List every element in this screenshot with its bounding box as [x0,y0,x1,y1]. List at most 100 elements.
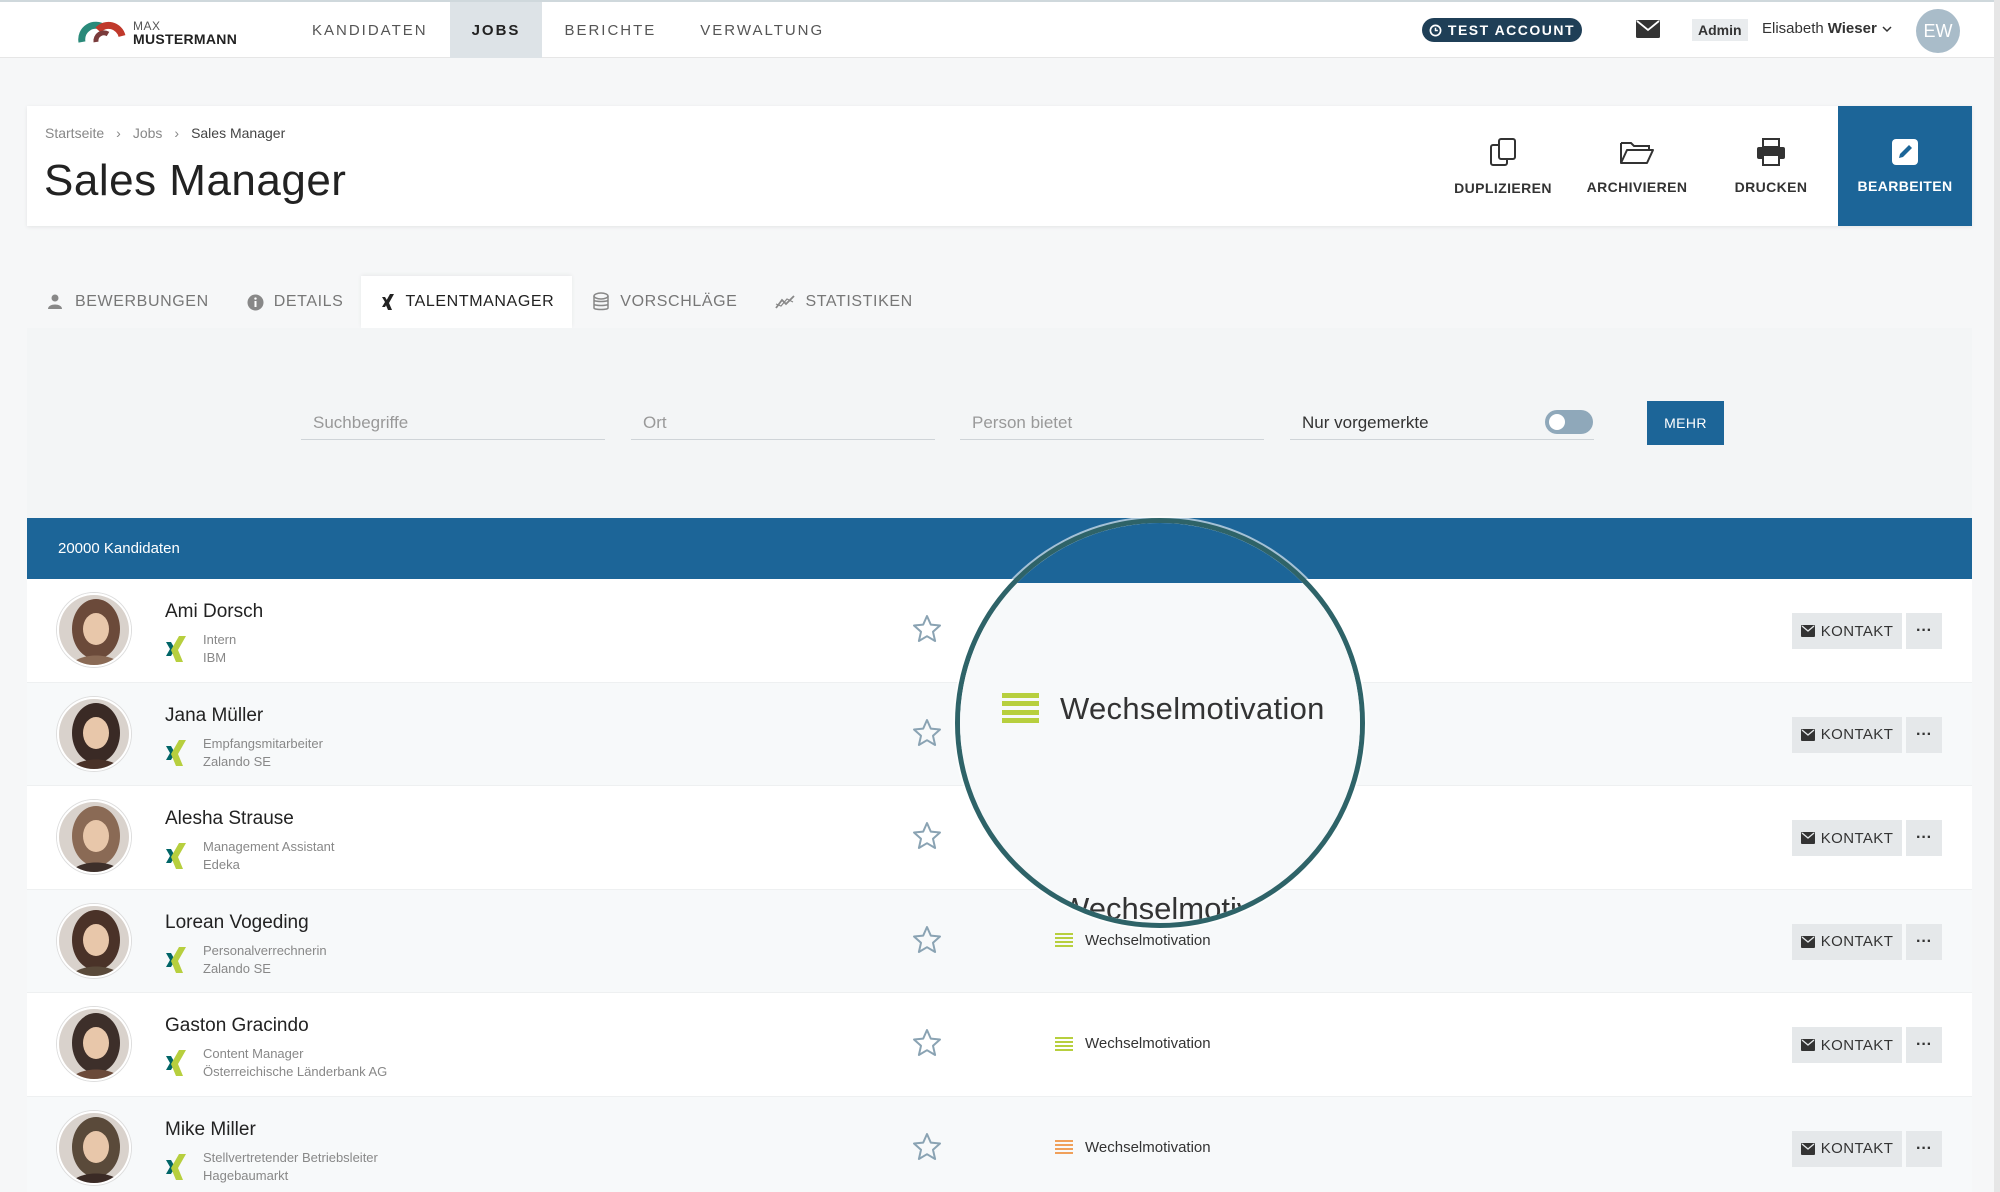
candidate-row[interactable]: Gaston Gracindo Content Manager Österrei… [27,993,1972,1097]
row-more-button[interactable]: ··· [1906,923,1942,960]
tab-bewerbungen[interactable]: BEWERBUNGEN [27,276,227,328]
row-more-button[interactable]: ··· [1906,1130,1942,1167]
nav-item-jobs[interactable]: JOBS [449,2,543,58]
candidate-name[interactable]: Lorean Vogeding [165,912,309,934]
breadcrumb-jobs[interactable]: Jobs [133,125,163,141]
print-label: DRUCKEN [1734,179,1808,195]
edit-button[interactable]: BEARBEITEN [1838,106,1972,226]
candidate-photo[interactable] [57,696,131,771]
page-title: Sales Manager [44,156,347,205]
candidate-row[interactable]: Mike Miller Stellvertretender Betriebsle… [27,1096,1972,1192]
clock-icon [1429,24,1442,36]
xing-icon [166,1050,186,1076]
star-icon[interactable] [911,820,943,852]
contact-button[interactable]: KONTAKT [1792,1130,1902,1167]
contact-button[interactable]: KONTAKT [1792,820,1902,856]
contact-label: KONTAKT [1820,829,1894,847]
archive-button[interactable]: ARCHIVIEREN [1570,106,1704,226]
offers-input[interactable]: Person bietet [960,404,1264,440]
candidate-name[interactable]: Gaston Gracindo [165,1015,309,1037]
candidate-company: Zalando SE [203,753,271,769]
logo-icon [78,21,126,43]
candidate-photo[interactable] [57,1007,131,1081]
magnifier-bottom-label: Wechselmotivat [1060,891,1279,926]
info-icon [247,294,264,310]
motivation-bars-icon [1055,933,1073,947]
candidate-name[interactable]: Mike Miller [165,1119,256,1141]
motivation-indicator: Wechselmotivation [1055,1139,1211,1156]
star-icon[interactable] [911,924,943,956]
candidate-photo[interactable] [57,903,131,978]
nav-item-kandidaten[interactable]: KANDIDATEN [290,2,450,58]
row-more-button[interactable]: ··· [1906,613,1942,649]
candidate-name[interactable]: Jana Müller [165,705,263,727]
magnifier-label: Wechselmotivation [1060,691,1325,726]
nav-item-berichte[interactable]: BERICHTE [542,2,678,58]
duplicate-button[interactable]: DUPLIZIEREN [1436,106,1570,226]
tab-talentmanager[interactable]: TALENTMANAGER [361,276,573,328]
candidate-job-title: Intern [203,632,237,647]
candidate-row[interactable]: Lorean Vogeding Personalverrechnerin Zal… [27,889,1972,993]
candidate-company: Edeka [203,857,240,872]
tab-details[interactable]: DETAILS [227,276,362,328]
mail-icon [1800,728,1815,741]
star-icon[interactable] [911,613,943,645]
mail-icon [1800,1142,1815,1155]
user-first-name: Elisabeth [1762,20,1824,37]
nav-item-verwaltung[interactable]: VERWALTUNG [678,2,846,58]
candidate-job-title: Stellvertretender Betriebsleiter [203,1149,378,1165]
company-logo[interactable]: MAX MUSTERMANN [78,16,248,47]
users-icon [48,294,62,309]
row-more-button[interactable]: ··· [1906,716,1942,753]
xing-icon [382,294,395,310]
user-menu[interactable]: Elisabeth Wieser [1762,20,1893,37]
only-marked-toggle[interactable] [1545,410,1593,434]
row-more-button[interactable]: ··· [1906,1027,1942,1063]
candidate-name[interactable]: Alesha Strause [165,808,294,830]
magnifier-overlay: Wechselmotivation Wechselmotivat [955,518,1365,928]
motivation-label: Wechselmotivation [1085,931,1211,949]
chevron-down-icon [1882,25,1892,32]
print-button[interactable]: DRUCKEN [1704,106,1838,226]
candidate-photo[interactable] [57,1110,131,1185]
printer-icon [1757,138,1785,166]
star-icon[interactable] [911,1027,943,1059]
top-navigation-bar: MAX MUSTERMANN KANDIDATEN JOBS BERICHTE … [0,0,2000,58]
candidate-photo[interactable] [57,593,131,667]
row-more-button[interactable]: ··· [1906,820,1942,856]
contact-label: KONTAKT [1820,1140,1894,1157]
motivation-bars-icon [1055,1036,1073,1051]
candidate-photo[interactable] [57,800,131,874]
contact-button[interactable]: KONTAKT [1792,716,1902,753]
duplicate-icon [1490,138,1516,166]
candidate-company: Hagebaumarkt [203,1167,289,1183]
star-icon[interactable] [911,1131,943,1163]
tab-statistiken[interactable]: STATISTIKEN [755,276,930,328]
breadcrumb-startseite[interactable]: Startseite [45,125,104,141]
contact-button[interactable]: KONTAKT [1792,613,1902,649]
contact-button[interactable]: KONTAKT [1792,1027,1902,1063]
logo-line-2: MUSTERMANN [133,31,238,47]
tab-label: TALENTMANAGER [405,293,555,310]
mail-icon[interactable] [1636,19,1660,39]
scrollbar[interactable] [1994,0,2000,1192]
candidate-name[interactable]: Ami Dorsch [165,601,263,623]
more-filters-button[interactable]: MEHR [1647,401,1724,445]
user-avatar[interactable]: EW [1916,9,1960,53]
archive-label: ARCHIVIEREN [1586,179,1688,195]
contact-button[interactable]: KONTAKT [1792,923,1902,960]
job-header-card: Startseite › Jobs › Sales Manager Sales … [27,106,1972,226]
star-icon[interactable] [911,717,943,749]
folder-open-icon [1620,142,1654,164]
breadcrumb-separator: › [174,125,180,141]
xing-icon [166,739,186,766]
contact-label: KONTAKT [1820,726,1894,743]
breadcrumb: Startseite › Jobs › Sales Manager [45,125,285,141]
location-input[interactable]: Ort [631,404,935,440]
xing-icon [166,636,186,662]
motivation-bars-icon [1002,693,1039,723]
candidate-company: Zalando SE [203,960,271,976]
test-account-badge[interactable]: TEST ACCOUNT [1422,18,1582,42]
search-input[interactable]: Suchbegriffe [301,404,605,440]
tab-vorschlaege[interactable]: VORSCHLÄGE [572,276,755,328]
